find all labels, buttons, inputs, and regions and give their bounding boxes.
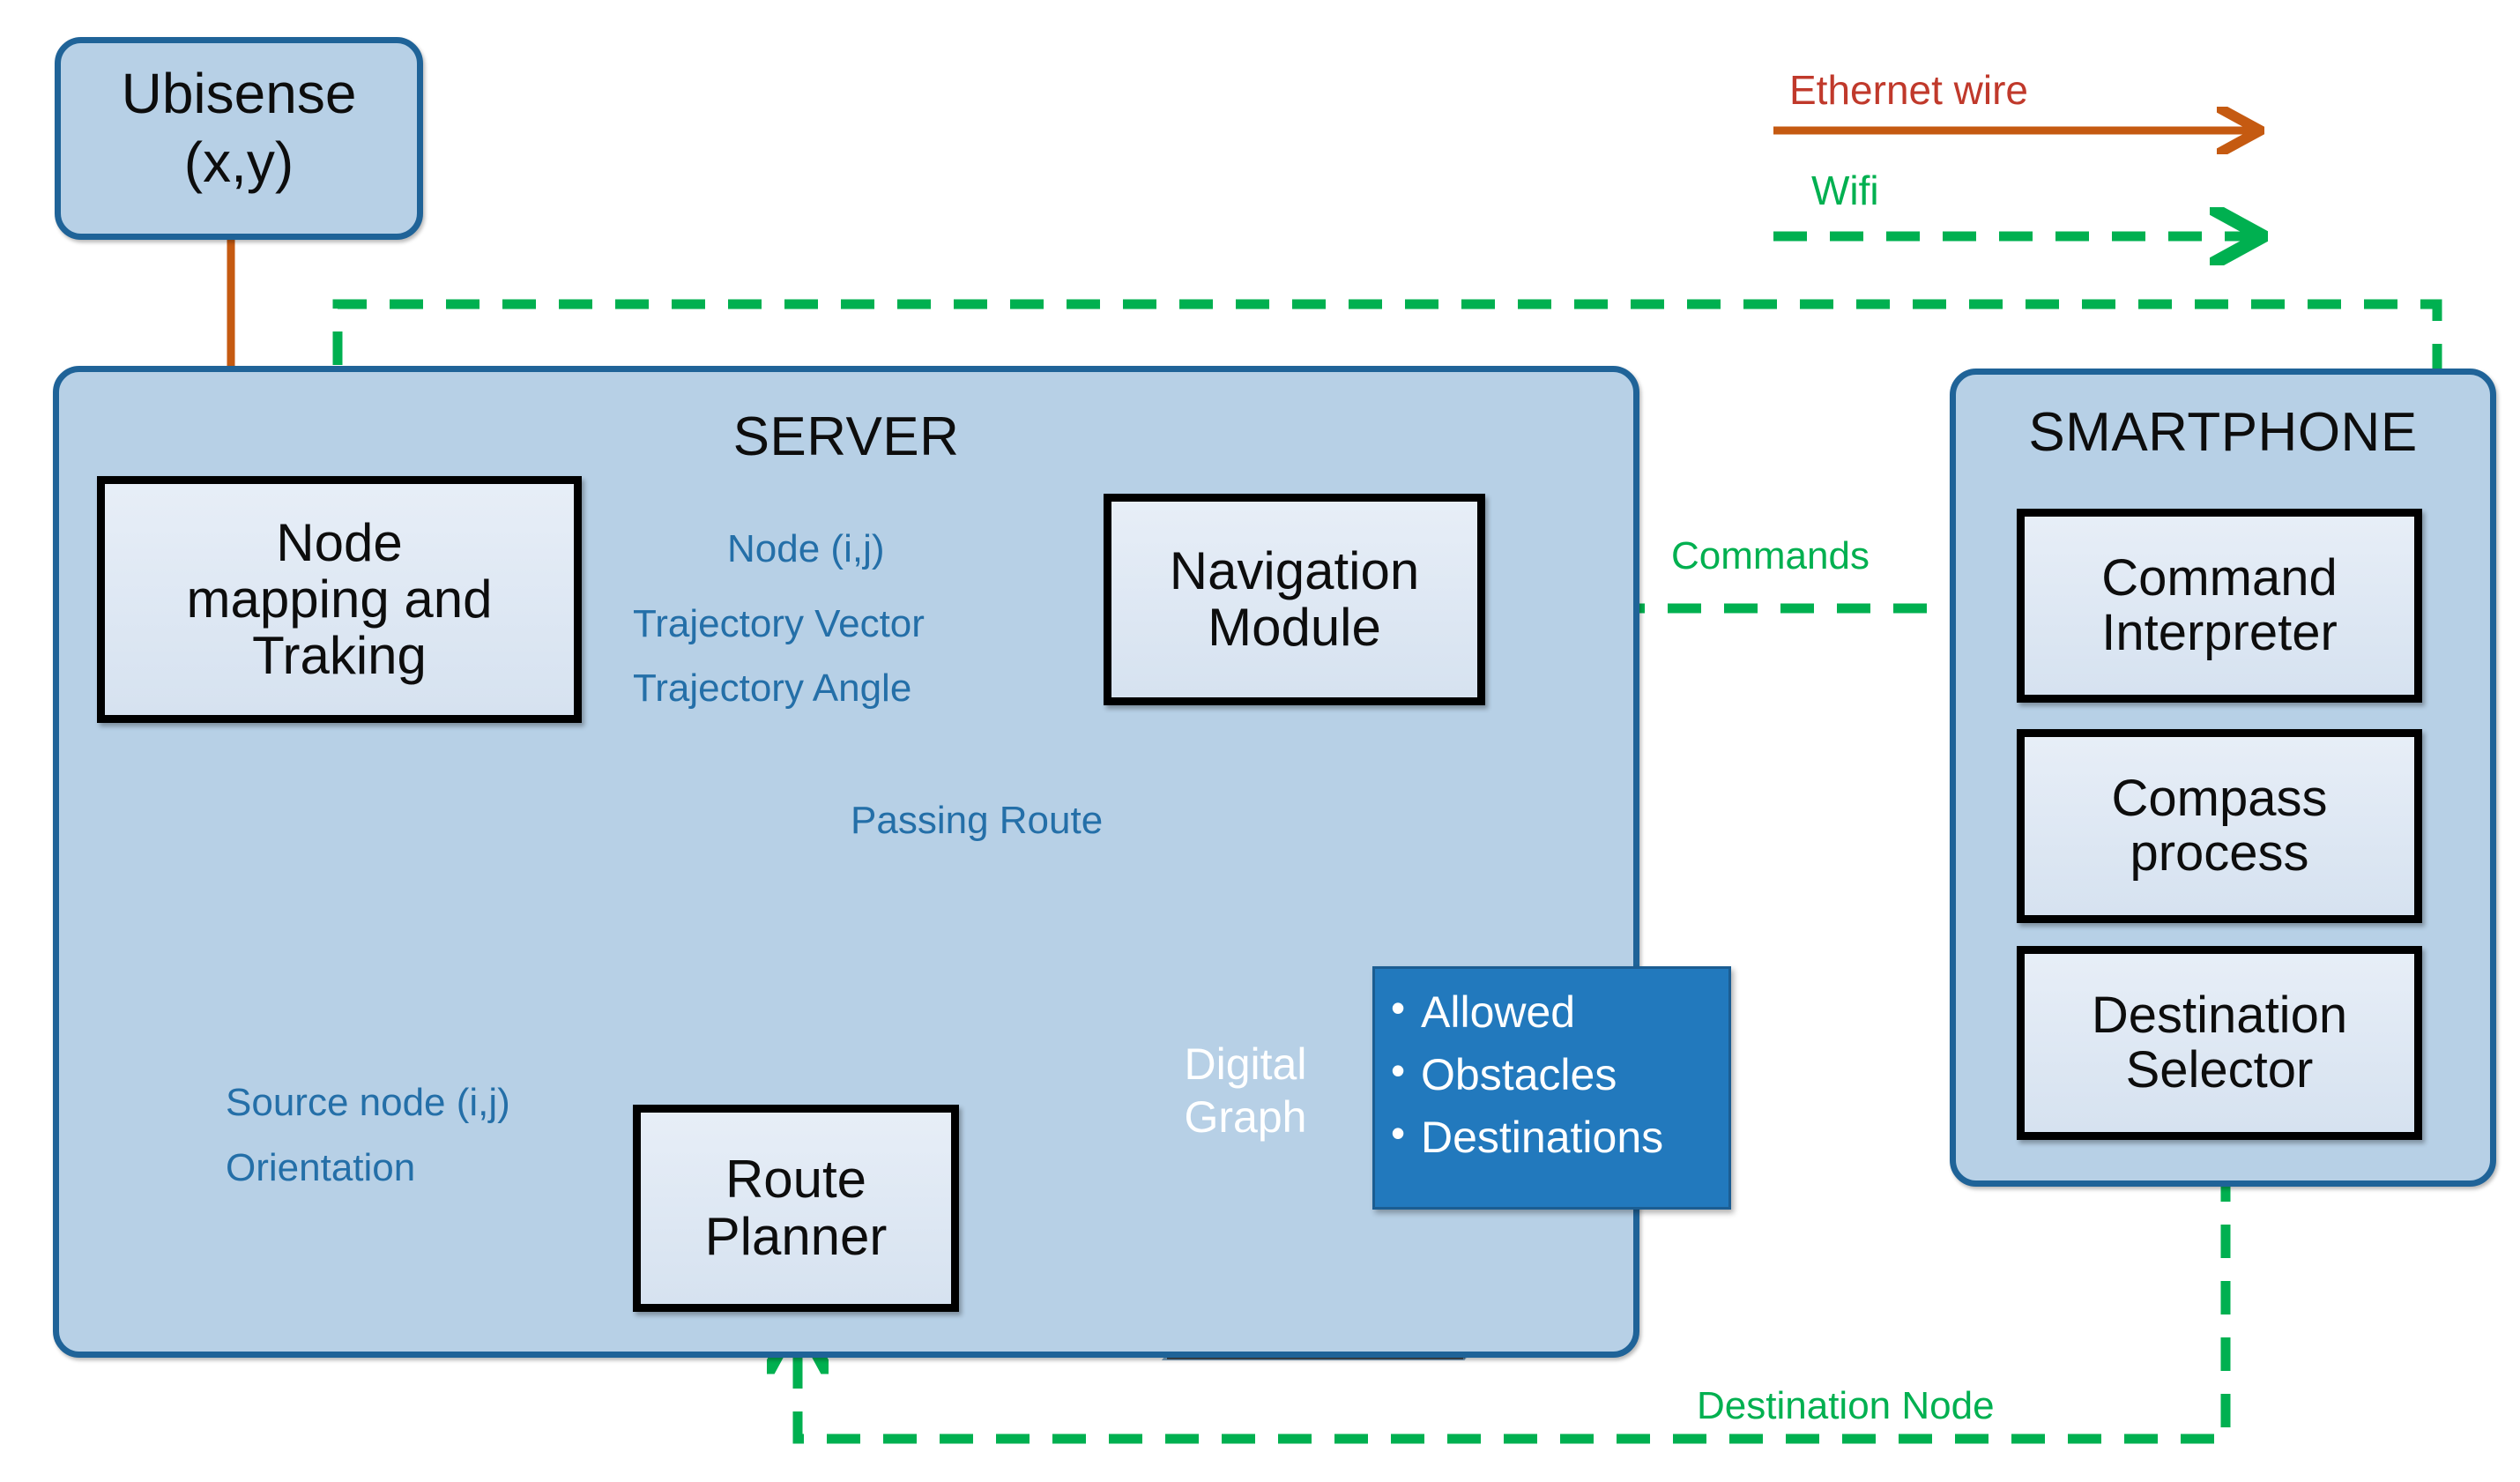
route-planner-line-1: Route — [725, 1150, 867, 1210]
diagram-canvas: Ethernet wire Wifi Ubisense (x,y) SERVER… — [0, 0, 2520, 1482]
node-mapping-line-3: Traking — [252, 626, 427, 686]
command-interpreter-box[interactable]: Command Interpreter — [2017, 509, 2422, 703]
route-planner-box[interactable]: Route Planner — [633, 1105, 959, 1312]
wifi-label-commands: Commands — [1671, 534, 1870, 577]
digital-graph-label-group: Digital Graph — [1141, 1040, 1349, 1173]
digital-graph-line-1: Digital — [1184, 1039, 1307, 1089]
ubisense-subtitle: (x,y) — [183, 130, 294, 194]
callout-item-obstacles: Obstacles — [1391, 1042, 1728, 1106]
flow-label-node-ij: Node (i,j) — [727, 527, 885, 570]
route-planner-line-2: Planner — [704, 1206, 888, 1266]
callout-item-destinations: Destinations — [1391, 1105, 1728, 1169]
wifi-label-destination-node: Destination Node — [1697, 1384, 1995, 1427]
command-interpreter-line-1: Command — [2101, 548, 2338, 607]
digital-graph-contents-callout: Allowed Obstacles Destinations — [1372, 966, 1731, 1210]
destination-selector-line-1: Destination — [2091, 986, 2348, 1044]
flow-label-source-node: Source node (i,j) — [226, 1081, 510, 1124]
flow-label-trajectory-angle: Trajectory Angle — [633, 667, 912, 710]
navigation-module-line-2: Module — [1208, 598, 1381, 657]
digital-graph-line-2: Graph — [1184, 1092, 1307, 1142]
smartphone-title: SMARTPHONE — [2028, 402, 2418, 463]
flow-label-passing-route: Passing Route — [851, 799, 1104, 842]
ubisense-title: Ubisense — [121, 62, 357, 125]
navigation-module-box[interactable]: Navigation Module — [1104, 494, 1485, 705]
compass-process-line-2: process — [2130, 824, 2309, 882]
legend-wifi-label: Wifi — [1811, 168, 1879, 213]
navigation-module-line-1: Navigation — [1169, 540, 1420, 600]
node-mapping-line-2: mapping and — [186, 569, 493, 629]
flow-label-orientation: Orientation — [226, 1146, 416, 1189]
node-mapping-and-tracking-box[interactable]: Node mapping and Traking — [97, 476, 582, 723]
callout-item-allowed: Allowed — [1391, 979, 1728, 1044]
destination-selector-box[interactable]: Destination Selector — [2017, 946, 2422, 1140]
compass-process-line-1: Compass — [2111, 769, 2328, 827]
destination-selector-line-2: Selector — [2125, 1041, 2314, 1098]
legend-ethernet-label: Ethernet wire — [1789, 67, 2029, 113]
ubisense-panel[interactable]: Ubisense (x,y) — [55, 37, 423, 240]
server-title: SERVER — [732, 406, 960, 467]
node-mapping-line-1: Node — [276, 512, 403, 572]
flow-label-trajectory-vector: Trajectory Vector — [633, 602, 925, 645]
compass-process-box[interactable]: Compass process — [2017, 729, 2422, 923]
command-interpreter-line-2: Interpreter — [2101, 604, 2338, 661]
